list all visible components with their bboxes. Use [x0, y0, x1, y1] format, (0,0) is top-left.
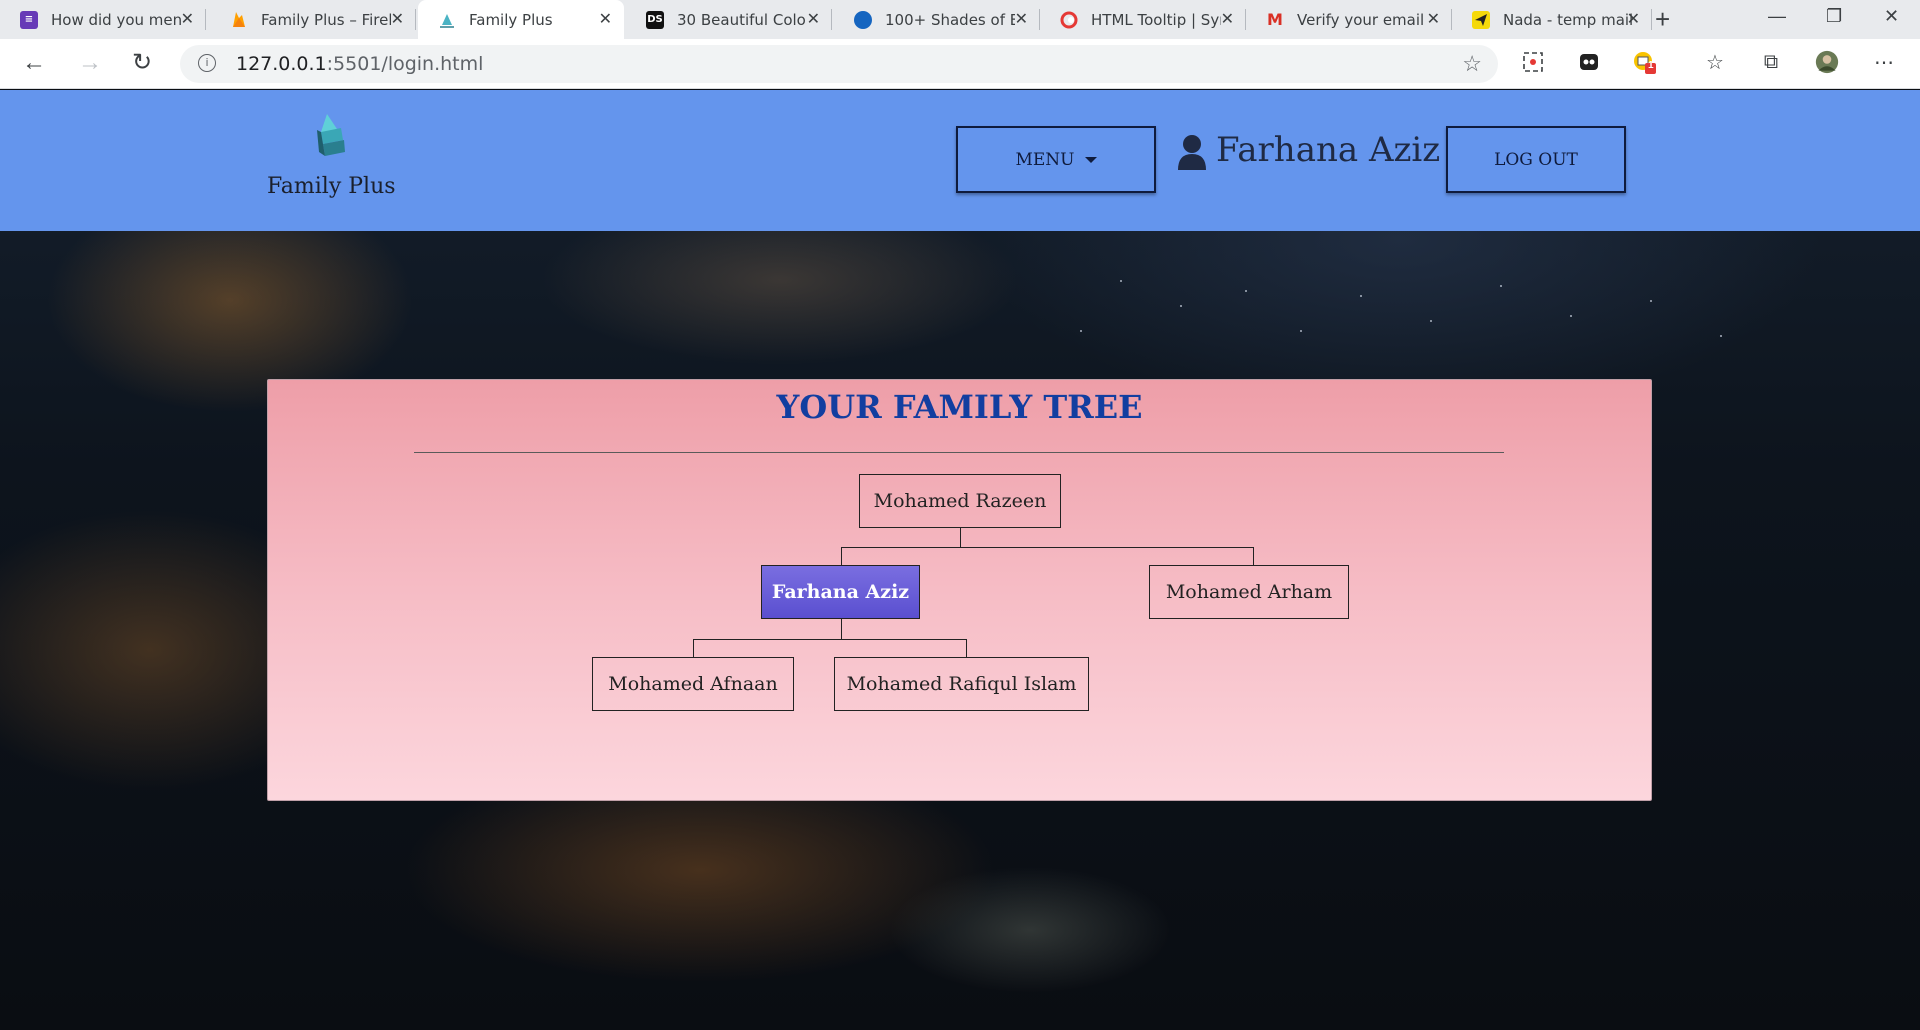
- bookmark-star-icon[interactable]: ☆: [1462, 51, 1482, 77]
- close-icon[interactable]: ✕: [1015, 11, 1028, 27]
- tree-node[interactable]: Mohamed Afnaan: [592, 657, 794, 711]
- site-logo-icon: [438, 11, 456, 29]
- close-icon[interactable]: ✕: [391, 11, 404, 27]
- browser-tab[interactable]: Family Plus – Fireb ✕: [210, 0, 416, 39]
- window-close-icon[interactable]: ✕: [1884, 6, 1899, 27]
- close-icon[interactable]: ✕: [1221, 11, 1234, 27]
- tree-connector: [841, 619, 842, 639]
- family-plus-logo-icon[interactable]: [311, 112, 351, 162]
- tree-connector: [841, 547, 842, 565]
- brand-name[interactable]: Family Plus: [267, 174, 396, 199]
- close-icon[interactable]: ✕: [807, 11, 820, 27]
- form-icon: ≡: [20, 10, 38, 29]
- url-host: 127.0.0.1: [236, 53, 327, 75]
- circle-icon: [854, 10, 872, 29]
- family-tree-card: YOUR FAMILY TREE Mohamed Razeen Farhana …: [267, 379, 1652, 801]
- browser-tab-active[interactable]: Family Plus ✕: [418, 0, 624, 39]
- mail-extension-icon[interactable]: 1: [1632, 50, 1656, 74]
- browser-tab[interactable]: M Verify your email f ✕: [1246, 0, 1452, 39]
- tab-title: 30 Beautiful Color: [677, 10, 807, 29]
- tab-title: Verify your email f: [1297, 10, 1427, 29]
- menu-label: MENU: [1015, 149, 1075, 170]
- close-icon[interactable]: ✕: [1627, 11, 1640, 27]
- user-icon: [1177, 134, 1207, 170]
- tab-title: HTML Tooltip | Syn: [1091, 10, 1221, 29]
- close-icon[interactable]: ✕: [1427, 11, 1440, 27]
- paper-plane-icon: [1472, 10, 1490, 29]
- tab-title: How did you ment: [51, 10, 181, 29]
- profile-avatar[interactable]: [1815, 50, 1839, 74]
- favorites-icon[interactable]: ☆: [1703, 50, 1727, 74]
- close-icon[interactable]: ✕: [181, 11, 194, 27]
- tree-node-root[interactable]: Mohamed Razeen: [859, 474, 1061, 528]
- menu-button[interactable]: MENU: [956, 126, 1156, 193]
- page-viewport: Family Plus MENU Farhana Aziz LOG OUT YO…: [0, 90, 1920, 1030]
- tree-node[interactable]: Mohamed Rafiqul Islam: [834, 657, 1089, 711]
- extension-icon[interactable]: [1577, 50, 1601, 74]
- divider: [414, 452, 1504, 453]
- tab-title: Nada - temp mail: [1503, 10, 1633, 29]
- collections-icon[interactable]: ⧉: [1759, 50, 1783, 74]
- new-tab-button[interactable]: +: [1655, 6, 1670, 32]
- tab-title: Family Plus – Fireb: [261, 10, 391, 29]
- minimize-icon[interactable]: —: [1768, 6, 1786, 27]
- browser-tab[interactable]: ≡ How did you ment ✕: [0, 0, 206, 39]
- screenshot-icon[interactable]: [1521, 50, 1545, 74]
- browser-tab[interactable]: Nada - temp mail ✕: [1452, 0, 1652, 39]
- browser-tab[interactable]: 100+ Shades of Bl ✕: [834, 0, 1040, 39]
- site-header: Family Plus MENU Farhana Aziz LOG OUT: [0, 90, 1920, 231]
- close-icon[interactable]: ✕: [599, 11, 612, 27]
- firebase-icon: [230, 11, 248, 29]
- user-name: Farhana Aziz: [1216, 130, 1441, 170]
- caret-down-icon: [1084, 156, 1097, 163]
- tab-title: 100+ Shades of Bl: [885, 10, 1015, 29]
- mail-badge: 1: [1648, 60, 1654, 71]
- more-options-icon[interactable]: ⋯: [1872, 50, 1896, 74]
- tree-connector: [693, 639, 694, 657]
- tab-title: Family Plus: [469, 10, 553, 29]
- tree-connector: [960, 528, 961, 547]
- forward-icon[interactable]: →: [78, 51, 102, 75]
- browser-tab[interactable]: DS 30 Beautiful Color ✕: [626, 0, 832, 39]
- url-path: :5501/login.html: [326, 53, 484, 75]
- back-icon[interactable]: ←: [22, 51, 46, 75]
- logout-button[interactable]: LOG OUT: [1446, 126, 1626, 193]
- url-input[interactable]: i 127.0.0.1:5501/login.html ☆: [180, 45, 1498, 83]
- tree-connector: [841, 547, 1253, 548]
- restore-icon[interactable]: ❐: [1826, 6, 1842, 27]
- browser-tab-bar: ≡ How did you ment ✕ Family Plus – Fireb…: [0, 0, 1920, 39]
- tree-node[interactable]: Mohamed Arham: [1149, 565, 1349, 619]
- reload-icon[interactable]: ↻: [132, 51, 152, 75]
- tree-connector: [693, 639, 966, 640]
- tree-connector: [1253, 547, 1254, 565]
- browser-tab[interactable]: HTML Tooltip | Syn ✕: [1040, 0, 1246, 39]
- page-title: YOUR FAMILY TREE: [776, 388, 1143, 426]
- site-info-icon[interactable]: i: [198, 54, 216, 72]
- tree-node-selected[interactable]: Farhana Aziz: [761, 565, 920, 619]
- ds-icon: DS: [646, 10, 664, 29]
- c-logo-icon: [1060, 11, 1078, 29]
- tree-connector: [966, 639, 967, 657]
- gmail-icon: M: [1267, 10, 1283, 29]
